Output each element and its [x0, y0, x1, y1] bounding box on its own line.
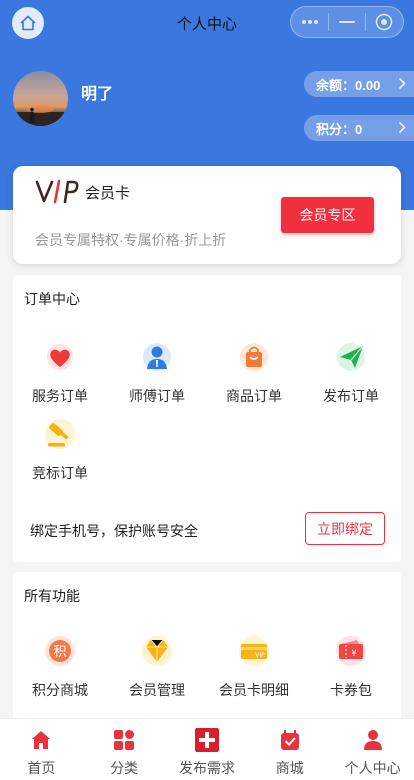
- bind-phone-tip: 绑定手机号，保护账号安全: [30, 523, 198, 539]
- capsule-divider: [364, 13, 366, 31]
- shopping-bag-icon: [237, 340, 271, 374]
- function-item-member-manage[interactable]: 会员管理: [110, 634, 204, 700]
- more-icon[interactable]: [301, 13, 319, 31]
- tab-label: 首页: [27, 760, 56, 776]
- balance-label: 余额：0.00: [316, 77, 381, 93]
- add-icon: [194, 728, 219, 752]
- function-item-coupon[interactable]: ¥ 卡券包: [304, 634, 398, 700]
- minimize-icon[interactable]: [338, 13, 356, 31]
- chevron-right-icon: [398, 77, 406, 90]
- home-icon: [29, 728, 53, 752]
- section-title: 订单中心: [24, 291, 80, 307]
- points-icon-glyph: 积: [53, 645, 66, 660]
- heart-icon: [43, 340, 77, 374]
- tab-label: 分类: [110, 760, 139, 776]
- function-item-vip-card-detail[interactable]: VIP 会员卡明细: [207, 634, 301, 700]
- function-item-points-mall[interactable]: 积 积分商城: [13, 634, 107, 700]
- order-item-label: 服务订单: [32, 388, 88, 404]
- capsule-divider: [328, 13, 330, 31]
- function-item-label: 积分商城: [32, 682, 88, 698]
- person-icon: [361, 728, 385, 752]
- vip-card-title: 会员卡: [85, 185, 131, 202]
- balance-pill[interactable]: 余额：0.00: [304, 71, 414, 97]
- vip-card-icon: VIP: [237, 634, 271, 668]
- order-item-label: 师傅订单: [129, 388, 185, 404]
- user-name[interactable]: 明了: [81, 80, 113, 104]
- coupon-icon-glyph: ¥: [351, 649, 356, 658]
- tab-home[interactable]: 首页: [0, 719, 83, 780]
- points-label: 积分：0: [316, 121, 363, 137]
- order-item-service[interactable]: 服务订单: [13, 340, 107, 406]
- close-target-icon[interactable]: [375, 13, 393, 31]
- function-item-label: 会员卡明细: [219, 682, 289, 698]
- order-item-goods[interactable]: 商品订单: [207, 340, 301, 406]
- section-title: 所有功能: [24, 588, 80, 604]
- chevron-right-icon: [398, 121, 406, 134]
- order-item-publish[interactable]: 发布订单: [304, 340, 398, 406]
- mall-icon: [278, 728, 302, 752]
- order-item-label: 商品订单: [226, 388, 282, 404]
- order-item-label: 发布订单: [323, 388, 379, 404]
- tab-label: 个人中心: [344, 760, 401, 776]
- tab-label: 商城: [275, 760, 304, 776]
- tab-category[interactable]: 分类: [83, 719, 166, 780]
- top-nav-bar: 个人中心: [0, 0, 414, 44]
- vip-card-subtitle: 会员专属特权·专属价格·折上折: [35, 232, 227, 248]
- vip-zone-button[interactable]: 会员专区: [281, 197, 374, 233]
- diamond-icon: [140, 634, 174, 668]
- tab-profile[interactable]: 个人中心: [331, 719, 414, 780]
- vip-card: 会员卡 会员专属特权·专属价格·折上折 会员专区: [13, 166, 401, 264]
- gavel-icon: [43, 417, 77, 451]
- tab-publish[interactable]: 发布需求: [166, 719, 249, 780]
- worker-icon: [140, 340, 174, 374]
- bottom-tab-bar: 首页 分类 发布需求 商城 个人中心: [0, 718, 414, 780]
- coupon-icon: ¥: [334, 634, 368, 668]
- order-item-label: 竞标订单: [32, 465, 88, 481]
- order-item-bidding[interactable]: 竞标订单: [13, 417, 107, 483]
- order-center-section: 订单中心 服务订单 师傅订单 商品订单 发布订单 竞标订单 绑定手机号，保护账号…: [13, 275, 401, 562]
- mini-program-capsule: [290, 6, 404, 38]
- order-item-worker[interactable]: 师傅订单: [110, 340, 204, 406]
- paper-plane-icon: [334, 340, 368, 374]
- function-item-label: 卡券包: [330, 682, 372, 698]
- tab-mall[interactable]: 商城: [248, 719, 331, 780]
- points-icon: 积: [43, 634, 77, 668]
- all-functions-section: 所有功能 积 积分商城 会员管理 VIP 会员卡明细 ¥ 卡券包: [13, 572, 401, 722]
- function-item-label: 会员管理: [129, 682, 185, 698]
- tab-label: 发布需求: [178, 760, 235, 776]
- category-icon: [112, 728, 136, 752]
- vip-card-icon-glyph: VIP: [255, 652, 265, 659]
- points-pill[interactable]: 积分：0: [304, 115, 414, 141]
- bind-phone-button[interactable]: 立即绑定: [305, 512, 385, 545]
- user-avatar[interactable]: [13, 71, 68, 126]
- vip-logo: [35, 179, 79, 204]
